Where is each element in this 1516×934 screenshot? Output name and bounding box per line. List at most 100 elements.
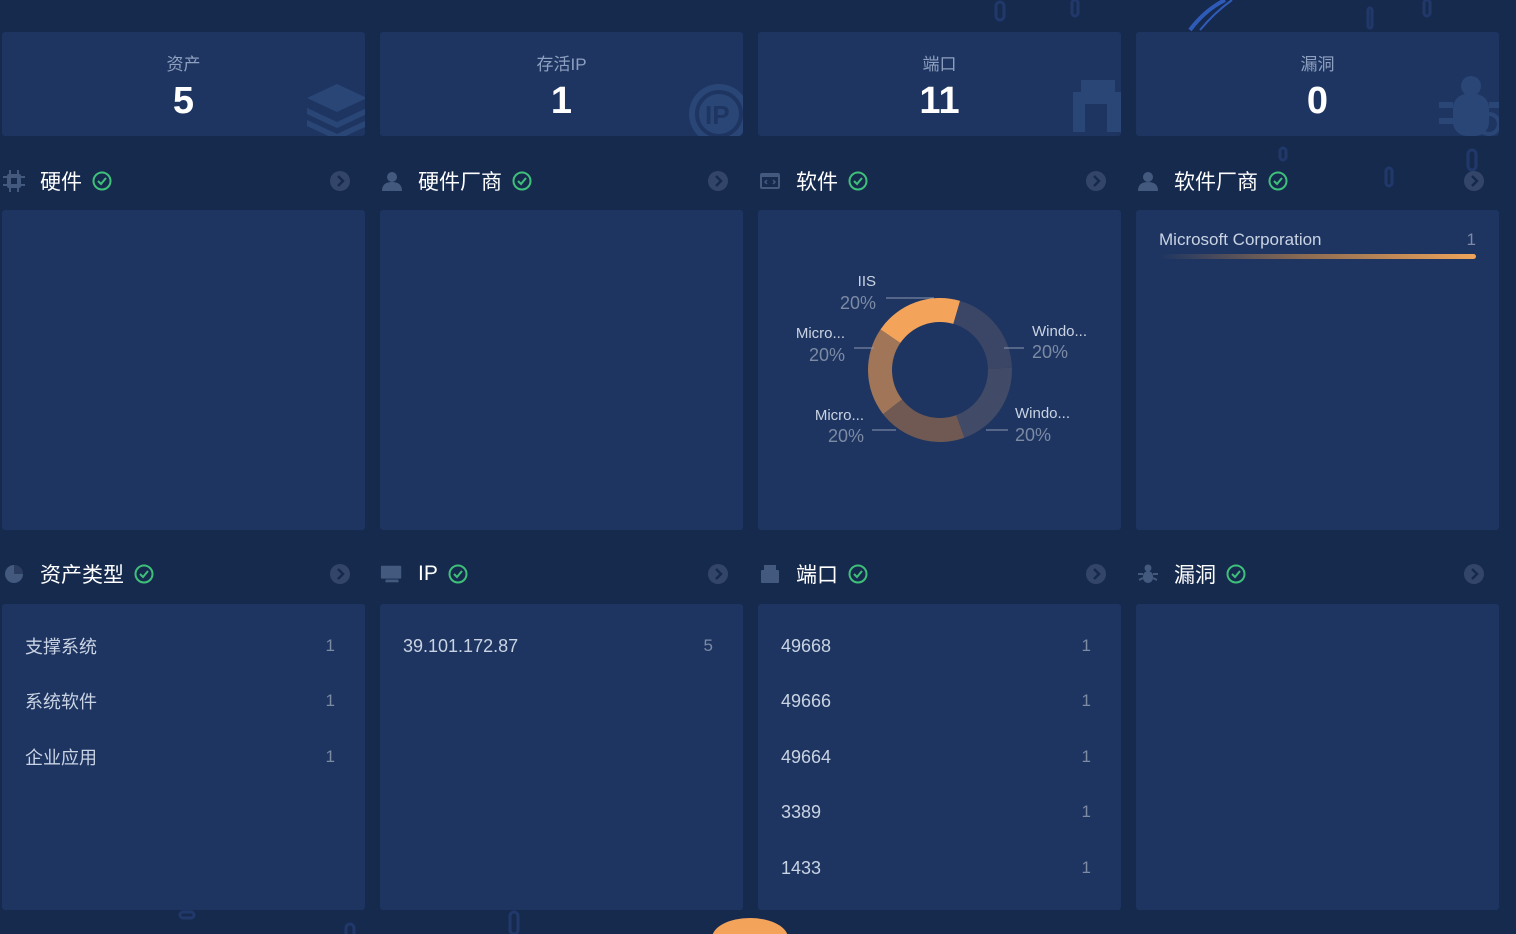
donut-slice[interactable] bbox=[956, 367, 1012, 438]
item-count: 1 bbox=[1081, 802, 1091, 821]
item-count: 1 bbox=[1081, 858, 1091, 877]
ip-icon: IP bbox=[689, 84, 743, 136]
chevron-right-icon[interactable] bbox=[1463, 563, 1485, 585]
slice-label: Micro... bbox=[815, 407, 864, 424]
vuln-panel bbox=[1136, 604, 1499, 910]
item-name: 39.101.172.87 bbox=[403, 635, 519, 656]
list-item[interactable]: 49664 1 bbox=[781, 745, 1091, 769]
item-count: 1 bbox=[1081, 691, 1091, 710]
bug-icon bbox=[1136, 562, 1160, 586]
section-header-software: 软件 bbox=[758, 166, 1121, 196]
donut-slice[interactable] bbox=[868, 329, 903, 415]
section-header-ip: IP bbox=[380, 559, 743, 589]
slice-percent: 20% bbox=[840, 293, 876, 313]
list-item[interactable]: 系统软件 1 bbox=[25, 689, 335, 713]
item-name: 49666 bbox=[781, 690, 832, 711]
slice-label: Micro... bbox=[796, 325, 845, 342]
stat-card-ports[interactable]: 端口 11 bbox=[758, 32, 1121, 136]
list-item[interactable]: 1433 1 bbox=[781, 856, 1091, 880]
item-name: 支撑系统 bbox=[25, 637, 97, 657]
layers-icon bbox=[307, 84, 365, 136]
chevron-right-icon[interactable] bbox=[1085, 563, 1107, 585]
user-vendor-icon bbox=[1136, 169, 1160, 193]
vendor-bar-item[interactable]: Microsoft Corporation 1 bbox=[1159, 230, 1476, 259]
donut-slice[interactable] bbox=[880, 298, 961, 344]
svg-text:IP: IP bbox=[705, 100, 730, 130]
section-header-asset-type: 资产类型 bbox=[2, 559, 365, 589]
vendor-count: 1 bbox=[1466, 230, 1476, 249]
check-circle-icon bbox=[848, 171, 868, 191]
asset-type-icon bbox=[2, 562, 26, 586]
list-item[interactable]: 49666 1 bbox=[781, 689, 1091, 713]
vendor-progress-bar bbox=[1159, 254, 1476, 259]
vendor-name: Microsoft Corporation bbox=[1159, 230, 1322, 249]
donut-slice[interactable] bbox=[953, 300, 1012, 369]
vendor-icon bbox=[380, 169, 404, 193]
item-count: 5 bbox=[703, 636, 713, 655]
list-item[interactable]: 39.101.172.87 5 bbox=[403, 634, 713, 658]
stat-card-vulns[interactable]: 漏洞 0 bbox=[1136, 32, 1499, 136]
hardware-vendor-panel bbox=[380, 210, 743, 530]
item-name: 49664 bbox=[781, 746, 832, 767]
section-title: 硬件厂商 bbox=[418, 171, 502, 194]
chevron-right-icon[interactable] bbox=[329, 563, 351, 585]
list-item[interactable]: 支撑系统 1 bbox=[25, 634, 335, 658]
slice-percent: 20% bbox=[1032, 342, 1068, 362]
slice-label: Windo... bbox=[1015, 405, 1070, 422]
section-header-vuln: 漏洞 bbox=[1136, 559, 1499, 589]
check-circle-icon bbox=[1268, 171, 1288, 191]
section-title: 硬件 bbox=[40, 171, 82, 194]
chevron-right-icon[interactable] bbox=[1085, 170, 1107, 192]
list-item[interactable]: 企业应用 1 bbox=[25, 745, 335, 769]
port-panel: 49668 1 49666 1 49664 1 3389 1 1433 1 bbox=[758, 604, 1121, 910]
chevron-right-icon[interactable] bbox=[707, 170, 729, 192]
donut-slice[interactable] bbox=[883, 399, 965, 442]
code-window-icon bbox=[758, 169, 782, 193]
item-name: 企业应用 bbox=[25, 748, 97, 768]
section-header-port: 端口 bbox=[758, 559, 1121, 589]
chevron-right-icon[interactable] bbox=[707, 563, 729, 585]
check-circle-icon bbox=[92, 171, 112, 191]
bug-icon bbox=[1439, 76, 1499, 136]
check-circle-icon bbox=[848, 564, 868, 584]
section-title: 漏洞 bbox=[1174, 564, 1216, 587]
slice-percent: 20% bbox=[809, 345, 845, 365]
monitor-icon bbox=[380, 562, 404, 586]
stat-label: 端口 bbox=[922, 55, 957, 74]
software-vendor-panel: Microsoft Corporation 1 bbox=[1136, 210, 1499, 530]
item-name: 49668 bbox=[781, 635, 832, 656]
check-circle-icon bbox=[134, 564, 154, 584]
software-panel: IIS 20% Windo... 20% Windo... 20% Micro... 20% M… bbox=[758, 210, 1121, 530]
check-circle-icon bbox=[512, 171, 532, 191]
section-header-software-vendor: 软件厂商 bbox=[1136, 166, 1499, 196]
item-count: 1 bbox=[325, 691, 335, 710]
item-name: 3389 bbox=[781, 801, 822, 822]
chip-icon bbox=[2, 169, 26, 193]
asset-type-panel: 支撑系统 1 系统软件 1 企业应用 1 bbox=[2, 604, 365, 910]
hardware-panel bbox=[2, 210, 365, 530]
chevron-right-icon[interactable] bbox=[1463, 170, 1485, 192]
item-count: 1 bbox=[1081, 636, 1091, 655]
section-title: 软件 bbox=[796, 171, 838, 194]
check-circle-icon bbox=[448, 564, 468, 584]
item-count: 1 bbox=[1081, 747, 1091, 766]
stat-card-assets[interactable]: 资产 5 bbox=[2, 32, 365, 136]
slice-percent: 20% bbox=[828, 426, 864, 446]
slice-label: Windo... bbox=[1032, 323, 1087, 340]
floating-action-button[interactable] bbox=[712, 918, 788, 934]
list-item[interactable]: 49668 1 bbox=[781, 634, 1091, 658]
chevron-right-icon[interactable] bbox=[329, 170, 351, 192]
dashboard: 资产 5 存活IP 1 IP 端口 11 漏洞 0 硬件 硬件厂商 软件 软件厂… bbox=[0, 0, 1516, 934]
slice-label: IIS bbox=[858, 273, 876, 290]
ip-panel: 39.101.172.87 5 bbox=[380, 604, 743, 910]
check-circle-icon bbox=[1226, 564, 1246, 584]
section-header-hardware-vendor: 硬件厂商 bbox=[380, 166, 743, 196]
slice-percent: 20% bbox=[1015, 425, 1051, 445]
list-item[interactable]: 3389 1 bbox=[781, 800, 1091, 824]
section-title: IP bbox=[418, 562, 438, 585]
port-icon bbox=[1073, 80, 1121, 136]
section-header-hardware: 硬件 bbox=[2, 166, 365, 196]
item-count: 1 bbox=[325, 747, 335, 766]
software-donut-chart[interactable]: IIS 20% Windo... 20% Windo... 20% Micro... 20% M… bbox=[758, 210, 1121, 530]
stat-card-alive-ip[interactable]: 存活IP 1 IP bbox=[380, 32, 743, 136]
